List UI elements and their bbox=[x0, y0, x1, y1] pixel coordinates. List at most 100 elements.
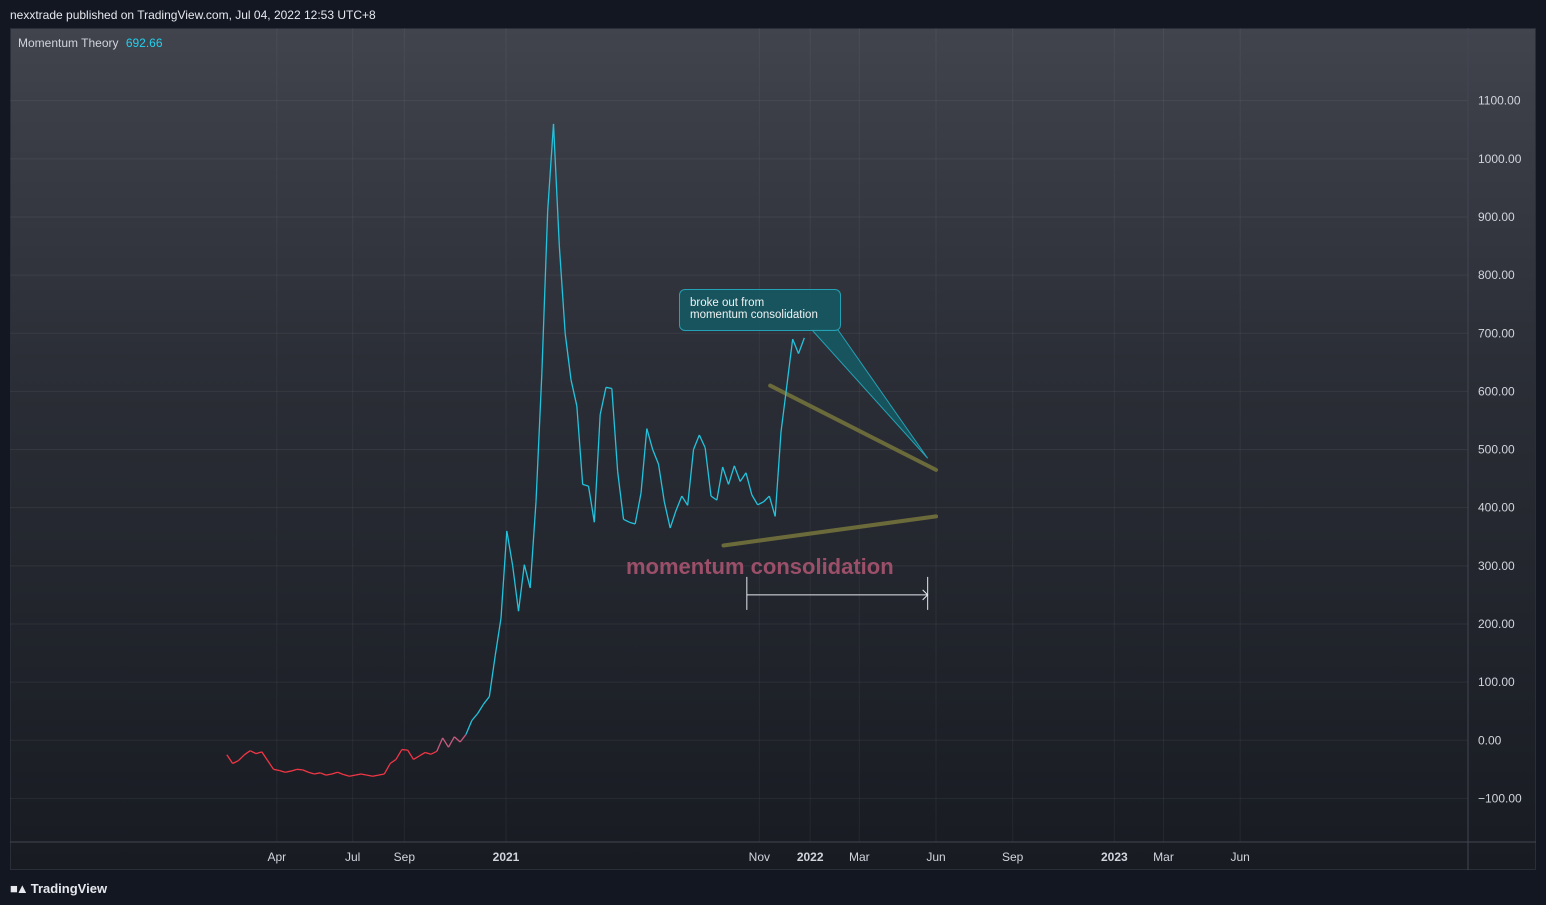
series-segment bbox=[453, 736, 461, 743]
series-segment bbox=[646, 428, 654, 450]
x-tick-label: Sep bbox=[394, 850, 416, 864]
series-segment bbox=[617, 471, 625, 520]
x-tick-label: 2021 bbox=[493, 850, 520, 864]
series-segment bbox=[681, 495, 689, 506]
series-segment bbox=[669, 510, 677, 529]
y-tick-label: 200.00 bbox=[1478, 617, 1515, 631]
series-segment bbox=[319, 772, 327, 776]
series-segment bbox=[465, 720, 473, 735]
series-segment bbox=[378, 773, 385, 776]
y-tick-label: 1000.00 bbox=[1478, 152, 1522, 166]
callout-line-2: momentum consolidation bbox=[690, 309, 818, 321]
series-segment bbox=[296, 768, 303, 771]
series-segment bbox=[535, 373, 543, 502]
series-segment bbox=[314, 772, 321, 775]
chart-svg: 1100.00 1000.00 900.00 800.00 700.00 600.00 50… bbox=[10, 28, 1536, 870]
series-segment bbox=[774, 432, 782, 517]
callout-pointer bbox=[810, 329, 929, 459]
series-segment bbox=[634, 493, 642, 525]
series-segment bbox=[547, 123, 555, 212]
series-segment bbox=[395, 749, 403, 760]
series-segment bbox=[698, 434, 706, 449]
y-tick-label: 800.00 bbox=[1478, 268, 1515, 282]
series-segment bbox=[593, 414, 601, 523]
series-segment bbox=[372, 774, 379, 777]
series-segment bbox=[576, 405, 584, 485]
series-segment bbox=[232, 760, 239, 765]
series-segment bbox=[424, 751, 432, 755]
indicator-value: 692.66 bbox=[125, 36, 163, 50]
y-tick-label: 500.00 bbox=[1478, 443, 1515, 457]
series-segment bbox=[389, 758, 397, 765]
indicator-name: Momentum Theory bbox=[18, 36, 119, 50]
series-segment bbox=[582, 483, 589, 487]
series-segment bbox=[430, 750, 438, 755]
series-segment bbox=[570, 379, 578, 407]
series-segment bbox=[792, 338, 800, 354]
y-tick-label: 0.00 bbox=[1478, 733, 1502, 747]
y-tick-label: 300.00 bbox=[1478, 559, 1515, 573]
series-segment bbox=[523, 564, 531, 589]
x-tick-label: Mar bbox=[1153, 850, 1174, 864]
series-segment bbox=[343, 773, 350, 777]
trendline bbox=[721, 514, 938, 548]
series-segment bbox=[739, 472, 747, 482]
y-tick-label: 600.00 bbox=[1478, 384, 1515, 398]
series-segment bbox=[745, 472, 753, 496]
y-tick-label: 900.00 bbox=[1478, 210, 1515, 224]
series-segment bbox=[383, 763, 391, 775]
series-segment bbox=[605, 386, 612, 390]
series-segment bbox=[751, 494, 759, 506]
series-segment bbox=[692, 434, 700, 450]
series-segment bbox=[477, 703, 485, 714]
y-tick-label: −100.00 bbox=[1478, 791, 1522, 805]
series-segment bbox=[529, 501, 537, 588]
series-segment bbox=[261, 751, 269, 761]
series-segment bbox=[407, 749, 415, 760]
series-segment bbox=[727, 465, 735, 485]
series-segment bbox=[786, 338, 794, 386]
x-tick-label: 2023 bbox=[1101, 850, 1128, 864]
series-segment bbox=[564, 333, 572, 380]
series-segment bbox=[255, 751, 263, 755]
series-segment bbox=[226, 754, 234, 764]
y-tick-label: 400.00 bbox=[1478, 501, 1515, 515]
series-segment bbox=[290, 768, 298, 772]
series-segment bbox=[279, 769, 286, 773]
x-tick-label: Nov bbox=[749, 850, 770, 864]
series-segment bbox=[302, 769, 309, 773]
series-segment bbox=[587, 486, 595, 523]
series-segment bbox=[675, 495, 683, 511]
series-segment bbox=[512, 565, 520, 612]
series-segment bbox=[558, 245, 566, 334]
x-tick-label: Jun bbox=[926, 850, 945, 864]
trendline bbox=[768, 383, 938, 472]
series-segment bbox=[552, 123, 560, 247]
series-segment bbox=[243, 750, 251, 756]
series-segment bbox=[704, 447, 712, 497]
series-segment bbox=[418, 751, 426, 757]
series-segment bbox=[459, 734, 467, 743]
series-segment bbox=[442, 737, 450, 748]
series-segment bbox=[337, 771, 344, 776]
series-segment bbox=[349, 774, 356, 777]
series-segment bbox=[413, 755, 420, 760]
x-tick-label: Apr bbox=[267, 850, 286, 864]
x-tick-label: Mar bbox=[849, 850, 870, 864]
series-segment bbox=[447, 736, 455, 748]
series-segment bbox=[640, 428, 648, 494]
series-segment bbox=[722, 466, 730, 485]
series-segment bbox=[629, 521, 636, 525]
indicator-legend[interactable]: Momentum Theory 692.66 bbox=[18, 36, 163, 50]
breakout-callout[interactable]: broke out from momentum consolidation bbox=[679, 289, 841, 331]
series-segment bbox=[308, 771, 315, 775]
callout-line-1: broke out from bbox=[690, 297, 765, 309]
series-segment bbox=[325, 773, 332, 776]
y-tick-label: 1100.00 bbox=[1478, 94, 1521, 108]
y-tick-label: 100.00 bbox=[1478, 675, 1515, 689]
series-segment bbox=[482, 696, 490, 705]
series-segment bbox=[710, 495, 718, 501]
series-segment bbox=[471, 713, 479, 721]
series-segment bbox=[611, 388, 619, 472]
series-segment bbox=[733, 465, 741, 482]
